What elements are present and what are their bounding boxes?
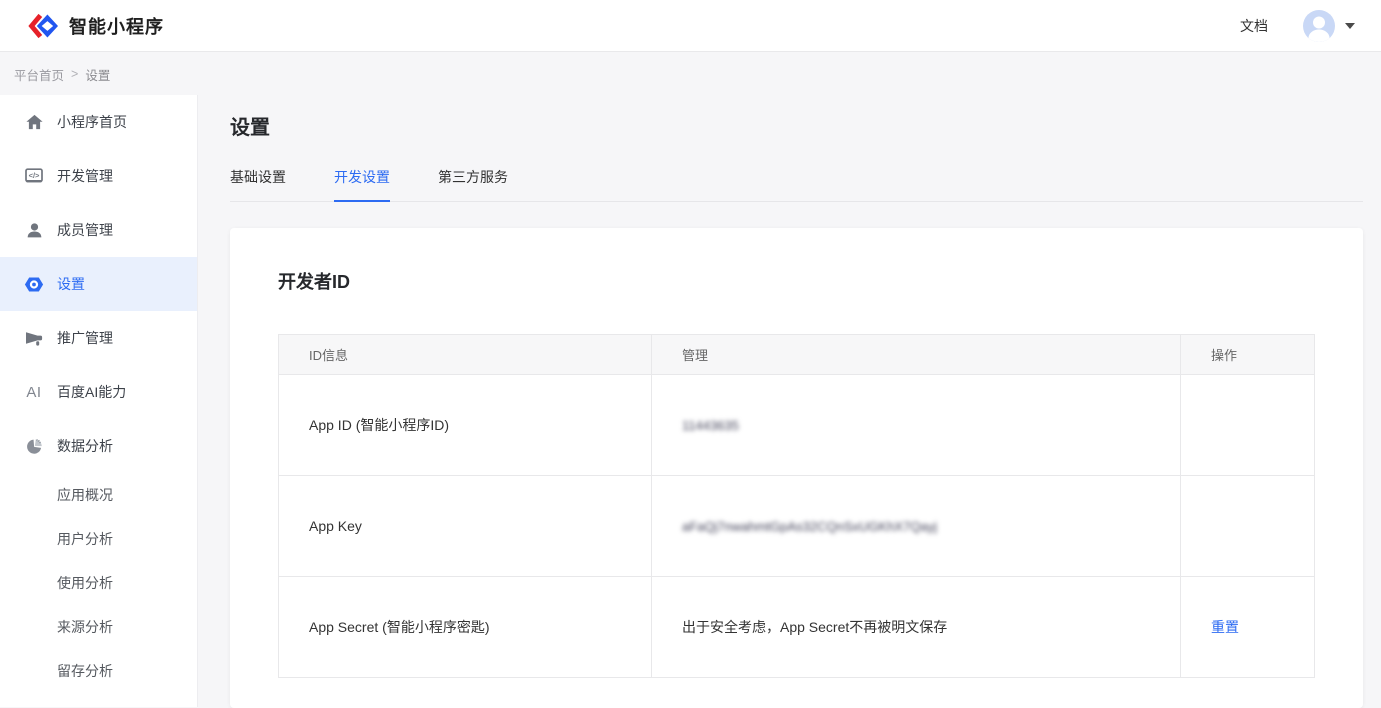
- tab-third-party-services[interactable]: 第三方服务: [438, 167, 508, 201]
- main-content: 设置 基础设置 开发设置 第三方服务 开发者ID ID信息 管理 操作 App …: [198, 95, 1381, 707]
- app-secret-label: App Secret (智能小程序密匙): [279, 577, 652, 678]
- sidebar-item-label: 小程序首页: [57, 112, 127, 132]
- breadcrumb-separator: >: [71, 67, 78, 81]
- table-row-app-id: App ID (智能小程序ID) 11443635: [279, 375, 1315, 476]
- table-row-app-secret: App Secret (智能小程序密匙) 出于安全考虑，App Secret不再…: [279, 577, 1315, 678]
- app-id-action-cell: [1181, 375, 1315, 476]
- ai-icon: AI: [24, 382, 44, 402]
- sidebar-item-development[interactable]: </> 开发管理: [0, 149, 197, 203]
- sidebar-item-user-analysis[interactable]: 用户分析: [0, 517, 197, 561]
- table-header-row: ID信息 管理 操作: [279, 335, 1315, 375]
- smartapp-logo-icon: [28, 12, 58, 40]
- sidebar-item-label: 百度AI能力: [57, 382, 126, 402]
- sidebar-item-home[interactable]: 小程序首页: [0, 95, 197, 149]
- developer-id-table: ID信息 管理 操作 App ID (智能小程序ID) 11443635 App…: [278, 334, 1315, 678]
- tab-development-settings[interactable]: 开发设置: [334, 167, 390, 202]
- page-title: 设置: [230, 111, 1381, 140]
- sidebar-item-label: 推广管理: [57, 328, 113, 348]
- app-key-action-cell: [1181, 476, 1315, 577]
- tab-basic-settings[interactable]: 基础设置: [230, 167, 286, 201]
- sidebar-item-retention-analysis[interactable]: 留存分析: [0, 649, 197, 693]
- app-key-label: App Key: [279, 476, 652, 577]
- sidebar-item-label: 设置: [57, 274, 85, 294]
- sidebar-item-members[interactable]: 成员管理: [0, 203, 197, 257]
- sidebar-item-source-analysis[interactable]: 来源分析: [0, 605, 197, 649]
- megaphone-icon: [24, 328, 44, 348]
- brand-title: 智能小程序: [69, 13, 164, 39]
- tab-bar: 基础设置 开发设置 第三方服务: [230, 167, 1363, 202]
- reset-button[interactable]: 重置: [1211, 619, 1239, 635]
- column-header-id-info: ID信息: [279, 335, 652, 375]
- breadcrumb: 平台首页 > 设置: [0, 53, 1381, 95]
- sidebar-item-app-overview[interactable]: 应用概况: [0, 473, 197, 517]
- card-heading: 开发者ID: [278, 268, 1315, 294]
- table-row-app-key: App Key aFaQj7nwahmtGpAs32CQnSxUGKhX7Qay…: [279, 476, 1315, 577]
- sidebar-item-data-analysis[interactable]: 数据分析: [0, 419, 197, 473]
- sidebar-item-usage-analysis[interactable]: 使用分析: [0, 561, 197, 605]
- member-icon: [24, 220, 44, 240]
- sidebar-item-label: 开发管理: [57, 166, 113, 186]
- avatar[interactable]: [1302, 9, 1336, 43]
- home-icon: [24, 112, 44, 132]
- sidebar-item-settings[interactable]: 设置: [0, 257, 197, 311]
- column-header-manage: 管理: [652, 335, 1181, 375]
- app-secret-note: 出于安全考虑，App Secret不再被明文保存: [652, 577, 1181, 678]
- pie-chart-icon: [24, 436, 44, 456]
- chevron-down-icon[interactable]: [1345, 23, 1355, 29]
- top-header: 智能小程序 文档: [0, 0, 1381, 52]
- sidebar: 小程序首页 </> 开发管理 成员管理 设置: [0, 95, 198, 707]
- breadcrumb-settings: 设置: [85, 65, 110, 84]
- app-id-label: App ID (智能小程序ID): [279, 375, 652, 476]
- app-id-value: 11443635: [682, 418, 739, 433]
- code-icon: </>: [24, 166, 44, 186]
- settings-icon: [24, 274, 44, 294]
- app-key-value: aFaQj7nwahmtGpAs32CQnSxUGKhX7Qayj: [682, 519, 937, 534]
- sidebar-item-label: 数据分析: [57, 436, 113, 456]
- column-header-action: 操作: [1181, 335, 1315, 375]
- brand: 智能小程序: [28, 12, 164, 40]
- developer-id-card: 开发者ID ID信息 管理 操作 App ID (智能小程序ID) 114436…: [230, 228, 1363, 708]
- sidebar-item-baidu-ai[interactable]: AI 百度AI能力: [0, 365, 197, 419]
- user-menu[interactable]: [1302, 9, 1355, 43]
- docs-link[interactable]: 文档: [1240, 16, 1268, 36]
- breadcrumb-platform-home[interactable]: 平台首页: [14, 65, 64, 84]
- svg-text:</>: </>: [29, 171, 40, 180]
- sidebar-item-promotion[interactable]: 推广管理: [0, 311, 197, 365]
- sidebar-item-label: 成员管理: [57, 220, 113, 240]
